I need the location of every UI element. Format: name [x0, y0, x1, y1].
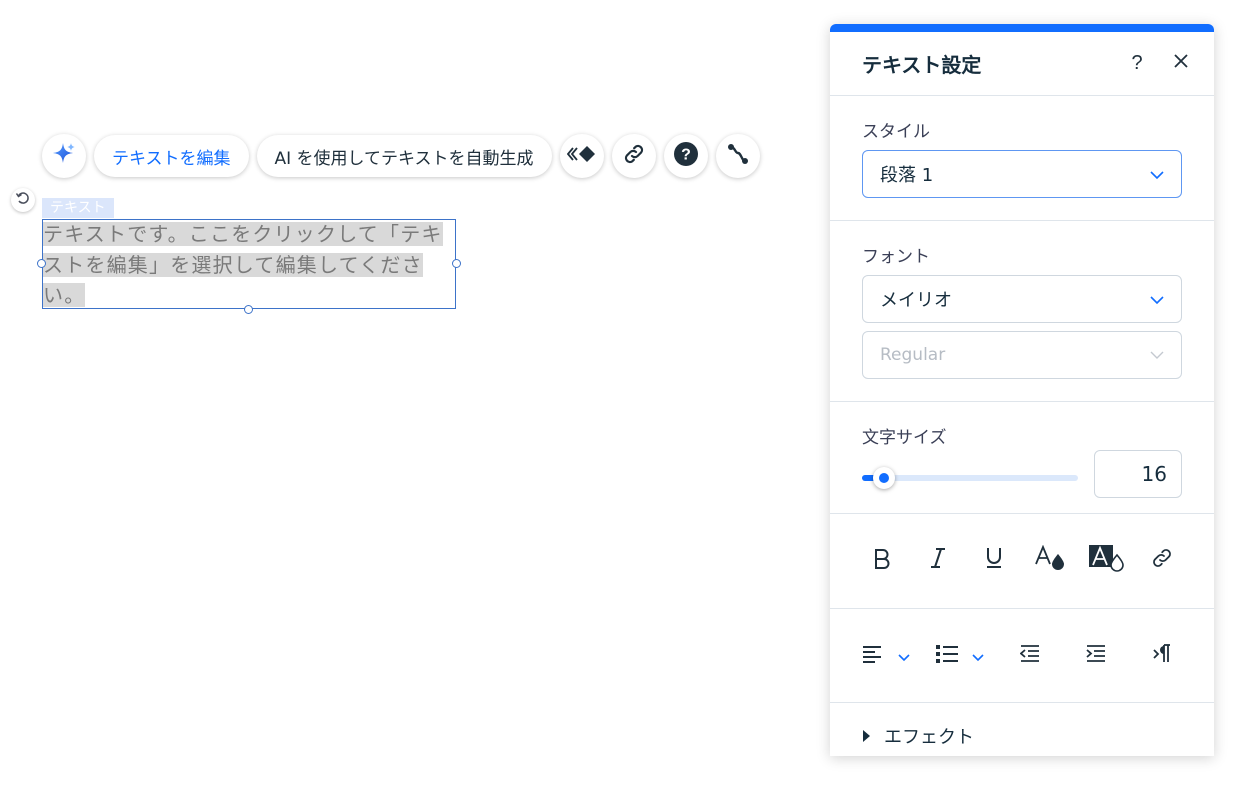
size-slider-handle[interactable] [872, 467, 895, 489]
italic-button[interactable] [918, 540, 958, 580]
bold-button[interactable] [862, 540, 902, 580]
question-icon: ? [1131, 51, 1143, 74]
ai-generate-text-button[interactable]: AI を使用してテキストを自動生成 [256, 135, 552, 177]
panel-title: テキスト設定 [862, 53, 982, 77]
rotate-icon [15, 190, 31, 210]
svg-text:?: ? [681, 147, 691, 164]
font-weight-dropdown[interactable]: Regular [862, 331, 1182, 379]
resize-handle-bottom[interactable] [244, 305, 253, 314]
highlight-color-icon [1087, 543, 1125, 577]
chevron-down-icon [1150, 345, 1164, 365]
text-align-dropdown[interactable] [862, 636, 910, 676]
align-left-icon [862, 644, 882, 668]
font-label: フォント [862, 247, 930, 267]
edit-text-button[interactable]: テキストを編集 [94, 135, 249, 177]
indent-decrease-button[interactable] [1010, 636, 1050, 676]
panel-header: テキスト設定 ? [830, 32, 1214, 96]
list-dropdown[interactable] [936, 636, 984, 676]
ai-assistant-button[interactable] [42, 134, 86, 178]
resize-handle-left[interactable] [37, 259, 46, 268]
bullet-list-icon [936, 644, 958, 668]
underline-button[interactable] [974, 540, 1014, 580]
effects-label: エフェクト [884, 727, 974, 748]
text-direction-icon [1152, 644, 1172, 668]
style-label: スタイル [862, 122, 930, 142]
font-family-value: メイリオ [880, 290, 952, 311]
chevron-down-icon [1150, 164, 1164, 185]
caret-right-icon [862, 726, 870, 747]
link-button[interactable] [1142, 540, 1182, 580]
effects-toggle[interactable]: エフェクト [862, 723, 1182, 749]
panel-accent-bar [830, 24, 1214, 32]
size-label: 文字サイズ [862, 428, 947, 448]
style-value: 段落 1 [880, 165, 934, 186]
chevron-down-icon [972, 647, 984, 666]
alignment-section [830, 609, 1214, 703]
element-toolbar: テキストを編集 AI を使用してテキストを自動生成 ? [42, 134, 760, 178]
text-color-icon [1034, 544, 1066, 575]
indent-increase-button[interactable] [1076, 636, 1116, 676]
text-direction-button[interactable] [1142, 636, 1182, 676]
text-line: テキストです。ここをクリックして「テキ [43, 222, 443, 246]
help-button[interactable]: ? [1125, 51, 1149, 75]
help-button[interactable]: ? [663, 134, 708, 178]
text-element-content[interactable]: テキストです。ここをクリックして「テキ ストを編集」を選択して編集してくださ い… [43, 219, 453, 311]
animation-button[interactable] [559, 134, 604, 178]
underline-icon [984, 546, 1004, 574]
format-section [830, 514, 1214, 609]
chevron-down-icon [1150, 289, 1164, 310]
text-settings-panel: テキスト設定 ? スタイル 段落 1 フォント メイリオ Regular 文字サ… [830, 24, 1214, 756]
chevron-down-icon [898, 647, 910, 666]
animation-icon [566, 145, 597, 167]
sparkle-icon [51, 141, 77, 171]
text-color-button[interactable] [1030, 540, 1070, 580]
style-section: スタイル 段落 1 [830, 96, 1214, 221]
indent-decrease-icon [1019, 644, 1040, 668]
link-button[interactable] [611, 134, 656, 178]
link-icon [622, 142, 646, 170]
close-button[interactable] [1169, 51, 1193, 75]
help-icon: ? [673, 141, 699, 171]
font-family-dropdown[interactable]: メイリオ [862, 275, 1182, 323]
element-type-tag: テキスト [42, 198, 114, 218]
font-section: フォント メイリオ Regular [830, 221, 1214, 402]
connect-icon [725, 141, 751, 171]
style-dropdown[interactable]: 段落 1 [862, 150, 1182, 198]
close-icon [1173, 53, 1189, 73]
bold-icon [872, 547, 892, 573]
connect-button[interactable] [715, 134, 760, 178]
text-line: い。 [43, 283, 86, 307]
indent-increase-icon [1086, 644, 1106, 668]
text-line: ストを編集」を選択して編集してくださ [43, 252, 423, 277]
size-section: 文字サイズ 16 [830, 402, 1214, 514]
rotate-handle[interactable] [11, 188, 35, 212]
italic-icon [928, 547, 948, 573]
font-weight-value: Regular [880, 345, 946, 365]
link-icon [1150, 546, 1174, 574]
resize-handle-right[interactable] [452, 259, 461, 268]
size-input[interactable]: 16 [1094, 450, 1182, 498]
highlight-color-button[interactable] [1086, 540, 1126, 580]
